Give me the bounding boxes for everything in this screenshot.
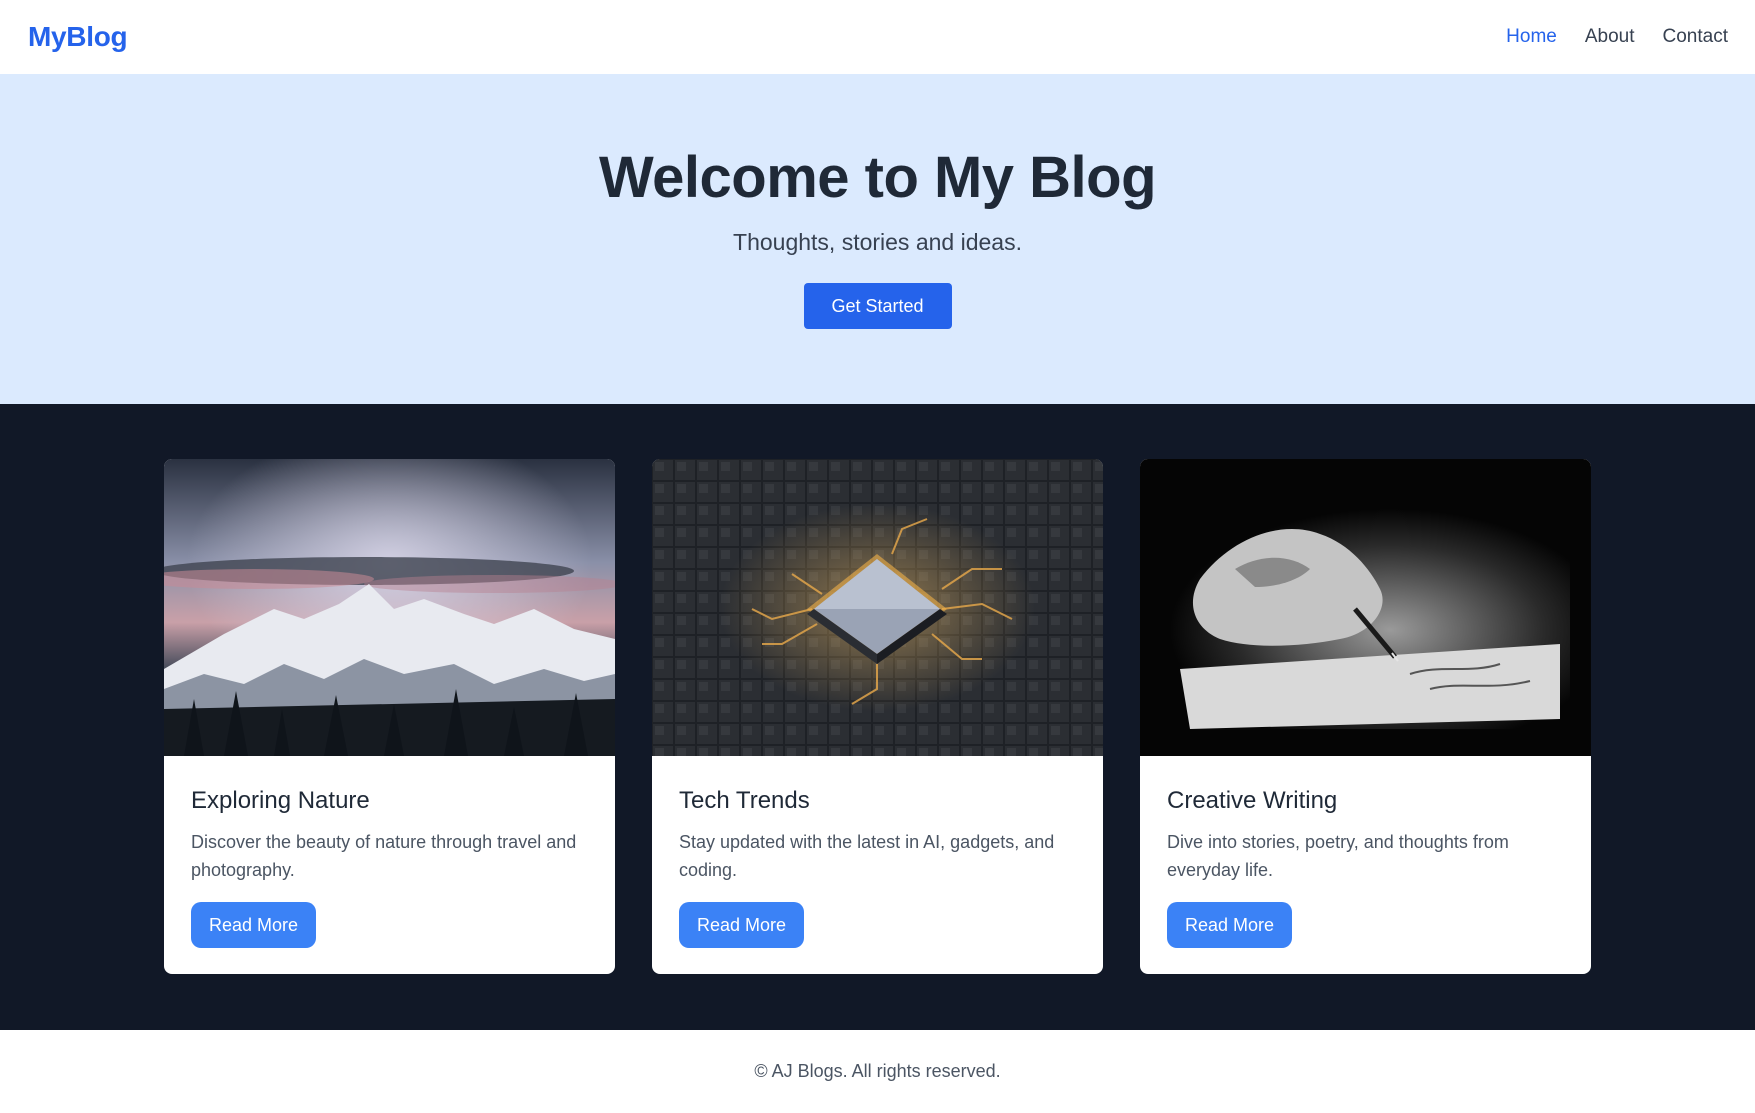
read-more-button[interactable]: Read More [1167,902,1293,948]
hero-section: Welcome to My Blog Thoughts, stories and… [0,74,1755,404]
nav-link-contact[interactable]: Contact [1663,26,1728,48]
site-logo[interactable]: MyBlog [28,21,128,53]
post-card-nature: Exploring Nature Discover the beauty of … [164,459,615,974]
card-body: Exploring Nature Discover the beauty of … [164,756,615,948]
hero-subtitle: Thoughts, stories and ideas. [733,229,1022,255]
card-title: Creative Writing [1167,787,1338,814]
card-title: Tech Trends [679,787,810,814]
nav-link-about[interactable]: About [1585,26,1635,48]
card-title: Exploring Nature [191,787,370,814]
navbar: MyBlog Home About Contact [0,0,1755,74]
hero-title: Welcome to My Blog [598,145,1157,210]
card-body: Creative Writing Dive into stories, poet… [1140,756,1591,948]
nav-links: Home About Contact [1506,26,1728,48]
read-more-button[interactable]: Read More [191,902,317,948]
post-card-tech: Tech Trends Stay updated with the latest… [652,459,1103,974]
microchip-image [652,459,1103,756]
nav-link-home[interactable]: Home [1506,26,1557,48]
posts-section: Exploring Nature Discover the beauty of … [0,404,1755,1030]
card-description: Discover the beauty of nature through tr… [191,832,577,880]
read-more-button[interactable]: Read More [679,902,805,948]
card-description: Stay updated with the latest in AI, gadg… [679,832,1055,880]
snowy-mountain-image [164,459,615,756]
card-body: Tech Trends Stay updated with the latest… [652,756,1103,948]
copyright-text: © AJ Blogs. All rights reserved. [754,1061,1001,1081]
post-card-writing: Creative Writing Dive into stories, poet… [1140,459,1591,974]
card-description: Dive into stories, poetry, and thoughts … [1167,832,1509,880]
get-started-button[interactable]: Get Started [803,283,952,329]
footer: © AJ Blogs. All rights reserved. [0,1030,1755,1113]
hand-writing-image [1140,459,1591,756]
